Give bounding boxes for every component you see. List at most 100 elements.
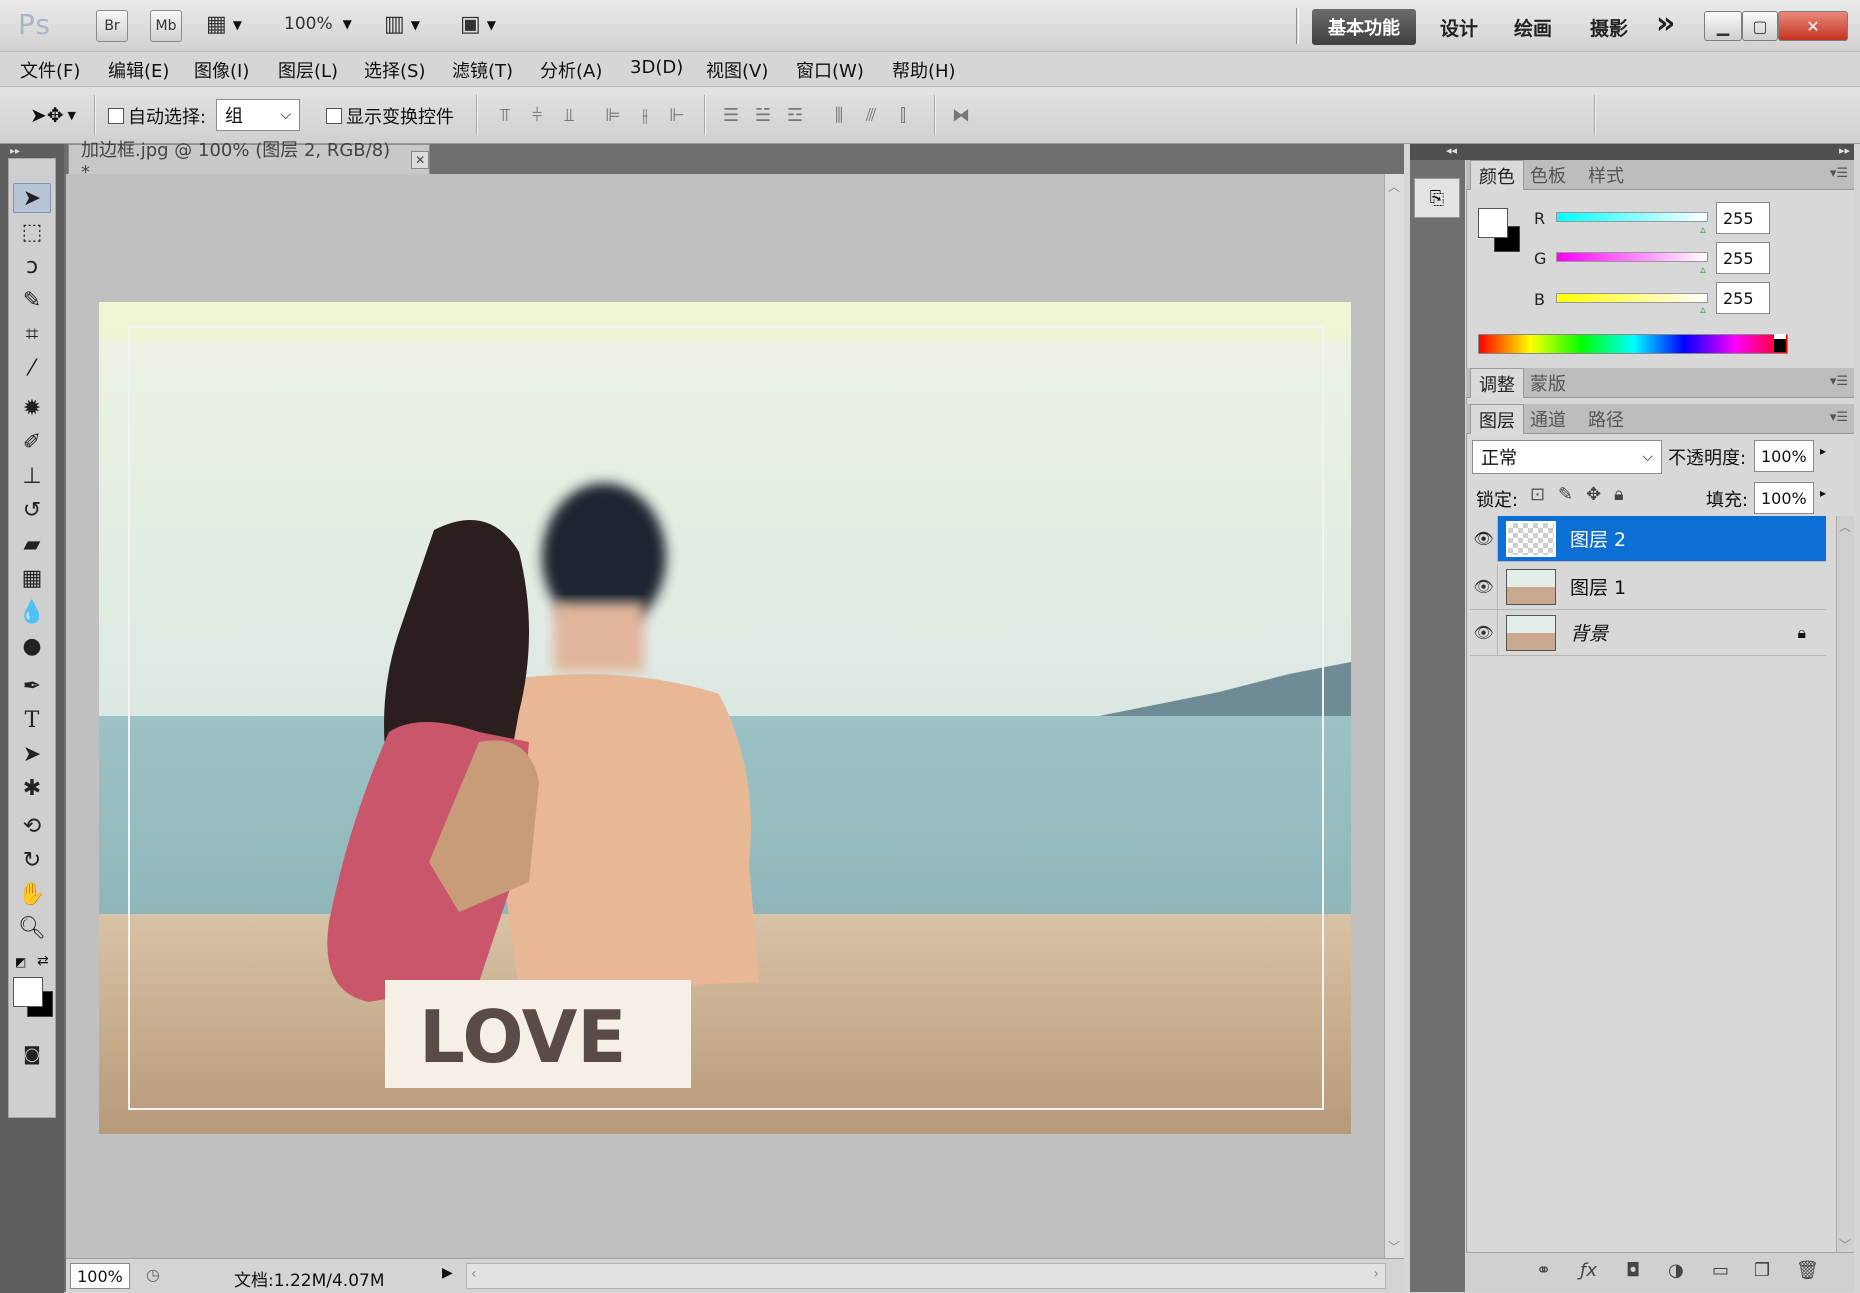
mini-bridge-button[interactable]: Mb	[150, 10, 182, 42]
quick-selection-tool[interactable]: ✎	[13, 285, 51, 315]
color-spectrum-ramp[interactable]	[1478, 334, 1788, 354]
distribute-vcenter-icon[interactable]: ☱	[752, 103, 774, 127]
tab-layers[interactable]: 图层	[1470, 404, 1524, 434]
menu-file[interactable]: 文件(F)	[20, 57, 80, 83]
red-slider-thumb[interactable]: ▵	[1700, 222, 1706, 236]
auto-select-dropdown[interactable]: 组 ⌵	[216, 99, 300, 131]
green-slider[interactable]	[1556, 252, 1708, 262]
gradient-tool[interactable]: ▦	[13, 563, 51, 593]
new-group-icon[interactable]: ▭	[1712, 1260, 1729, 1281]
type-tool[interactable]: T	[13, 705, 51, 735]
quick-mask-button[interactable]: ◙	[13, 1039, 51, 1069]
scroll-up-icon[interactable]: ︿	[1839, 518, 1851, 535]
menu-view[interactable]: 视图(V)	[706, 57, 768, 83]
scroll-down-icon[interactable]: ﹀	[1388, 1238, 1400, 1255]
menu-image[interactable]: 图像(I)	[194, 57, 249, 83]
history-panel-button[interactable]: ⎘	[1414, 178, 1460, 218]
collapse-dock-icon[interactable]: ◂◂	[1446, 144, 1457, 157]
workspace-design[interactable]: 设计	[1440, 14, 1478, 41]
distribute-hcenter-icon[interactable]: ⫻	[860, 103, 882, 127]
marquee-tool[interactable]: ⬚	[13, 217, 51, 247]
healing-brush-tool[interactable]: ✹	[13, 393, 51, 423]
align-left-icon[interactable]: ⊫	[602, 103, 624, 127]
menu-layer[interactable]: 图层(L)	[278, 57, 338, 83]
menu-filter[interactable]: 滤镜(T)	[452, 57, 513, 83]
menu-analysis[interactable]: 分析(A)	[540, 57, 602, 83]
blend-mode-dropdown[interactable]: 正常 ⌵	[1472, 440, 1662, 474]
fg-color-swatch[interactable]	[1478, 208, 1508, 238]
fill-slider-arrow-icon[interactable]: ▸	[1820, 486, 1826, 500]
scroll-left-icon[interactable]: ‹	[471, 1266, 477, 1282]
eye-icon[interactable]: 👁︎	[1470, 609, 1498, 656]
tool-preset-picker[interactable]: ➤✥ ▼	[30, 103, 76, 127]
menu-select[interactable]: 选择(S)	[364, 57, 425, 83]
menu-edit[interactable]: 编辑(E)	[108, 57, 169, 83]
distribute-left-icon[interactable]: ⫼	[828, 103, 850, 127]
spectrum-black-swatch[interactable]	[1774, 338, 1786, 352]
distribute-right-icon[interactable]: ⫿	[892, 103, 914, 127]
red-value-field[interactable]: 255	[1716, 202, 1770, 234]
minimize-button[interactable]: ▁	[1704, 11, 1742, 41]
green-slider-thumb[interactable]: ▵	[1700, 262, 1706, 276]
align-top-icon[interactable]: ⫪	[494, 103, 516, 127]
status-info-icon[interactable]: ◷	[146, 1265, 160, 1284]
expand-dock-icon[interactable]: ▸▸	[1839, 144, 1850, 157]
path-selection-tool[interactable]: ➤	[13, 739, 51, 769]
status-zoom-field[interactable]: 100%	[70, 1263, 130, 1289]
blue-slider[interactable]	[1556, 293, 1708, 303]
menu-window[interactable]: 窗口(W)	[796, 57, 864, 83]
vertical-scrollbar[interactable]: ︿ ﹀	[1384, 174, 1404, 1258]
zoom-level-dropdown[interactable]: 100% ▼	[284, 14, 352, 34]
zoom-tool[interactable]: 🔍︎	[13, 913, 51, 943]
align-vcenter-icon[interactable]: ⫩	[526, 103, 548, 127]
clone-stamp-tool[interactable]: ⊥	[13, 461, 51, 491]
custom-shape-tool[interactable]: ✱	[13, 773, 51, 803]
align-right-icon[interactable]: ⊩	[666, 103, 688, 127]
green-value-field[interactable]: 255	[1716, 242, 1770, 274]
document-tab[interactable]: 加边框.jpg @ 100% (图层 2, RGB/8) * ✕	[68, 140, 430, 183]
eyedropper-tool[interactable]: ⁄	[13, 353, 51, 383]
dodge-tool[interactable]: ●	[13, 631, 51, 661]
eye-icon[interactable]: 👁︎	[1470, 515, 1498, 562]
layer-row-background[interactable]: 👁︎ 背景 🔒︎	[1470, 609, 1826, 656]
panel-menu-icon[interactable]: ▾☰	[1830, 410, 1848, 425]
tab-color[interactable]: 颜色	[1470, 160, 1524, 190]
menu-3d[interactable]: 3D(D)	[630, 57, 683, 78]
blue-slider-thumb[interactable]: ▵	[1700, 302, 1706, 316]
close-tab-icon[interactable]: ✕	[411, 150, 429, 169]
add-mask-icon[interactable]: ◘	[1626, 1260, 1640, 1281]
auto-align-icon[interactable]: ⧓	[950, 103, 972, 127]
spectrum-white-swatch[interactable]	[1774, 334, 1786, 339]
workspace-painting[interactable]: 绘画	[1514, 14, 1552, 41]
scroll-down-icon[interactable]: ﹀	[1839, 1236, 1851, 1253]
workspace-photography[interactable]: 摄影	[1590, 14, 1628, 41]
show-transform-controls-checkbox[interactable]: 显示变换控件	[326, 103, 454, 129]
panel-menu-icon[interactable]: ▾☰	[1830, 374, 1848, 389]
tab-adjustments[interactable]: 调整	[1470, 368, 1524, 398]
lock-transparency-icon[interactable]: ⊡	[1530, 484, 1545, 505]
close-window-button[interactable]: ✕	[1778, 11, 1848, 41]
opacity-field[interactable]: 100%	[1754, 440, 1814, 472]
tab-swatches[interactable]: 色板	[1522, 160, 1574, 190]
lock-position-icon[interactable]: ✥	[1586, 484, 1601, 505]
arrange-documents-button[interactable]: ▥ ▼	[384, 12, 420, 37]
hand-tool[interactable]: ✋	[13, 879, 51, 909]
expand-toolbox-icon[interactable]: ▸▸	[10, 146, 20, 157]
red-slider[interactable]	[1556, 212, 1708, 222]
layers-scrollbar[interactable]: ︿ ﹀	[1836, 516, 1854, 1256]
new-layer-icon[interactable]: ❐	[1754, 1260, 1770, 1281]
tab-channels[interactable]: 通道	[1522, 404, 1574, 434]
brush-tool[interactable]: ✐	[13, 427, 51, 457]
3d-orbit-tool[interactable]: ↻	[13, 845, 51, 875]
distribute-bottom-icon[interactable]: ☲	[784, 103, 806, 127]
pen-tool[interactable]: ✒	[13, 671, 51, 701]
maximize-button[interactable]: ▢	[1742, 11, 1778, 41]
layer-row-layer2[interactable]: 👁︎ 图层 2	[1470, 515, 1826, 562]
eraser-tool[interactable]: ▰	[13, 529, 51, 559]
blue-value-field[interactable]: 255	[1716, 282, 1770, 314]
layer-row-layer1[interactable]: 👁︎ 图层 1	[1470, 563, 1826, 610]
move-tool[interactable]: ➤	[13, 183, 51, 213]
layer-style-icon[interactable]: ƒx	[1580, 1260, 1597, 1281]
lock-all-icon[interactable]: 🔒︎	[1614, 484, 1624, 505]
lock-image-icon[interactable]: ✎	[1558, 484, 1573, 505]
